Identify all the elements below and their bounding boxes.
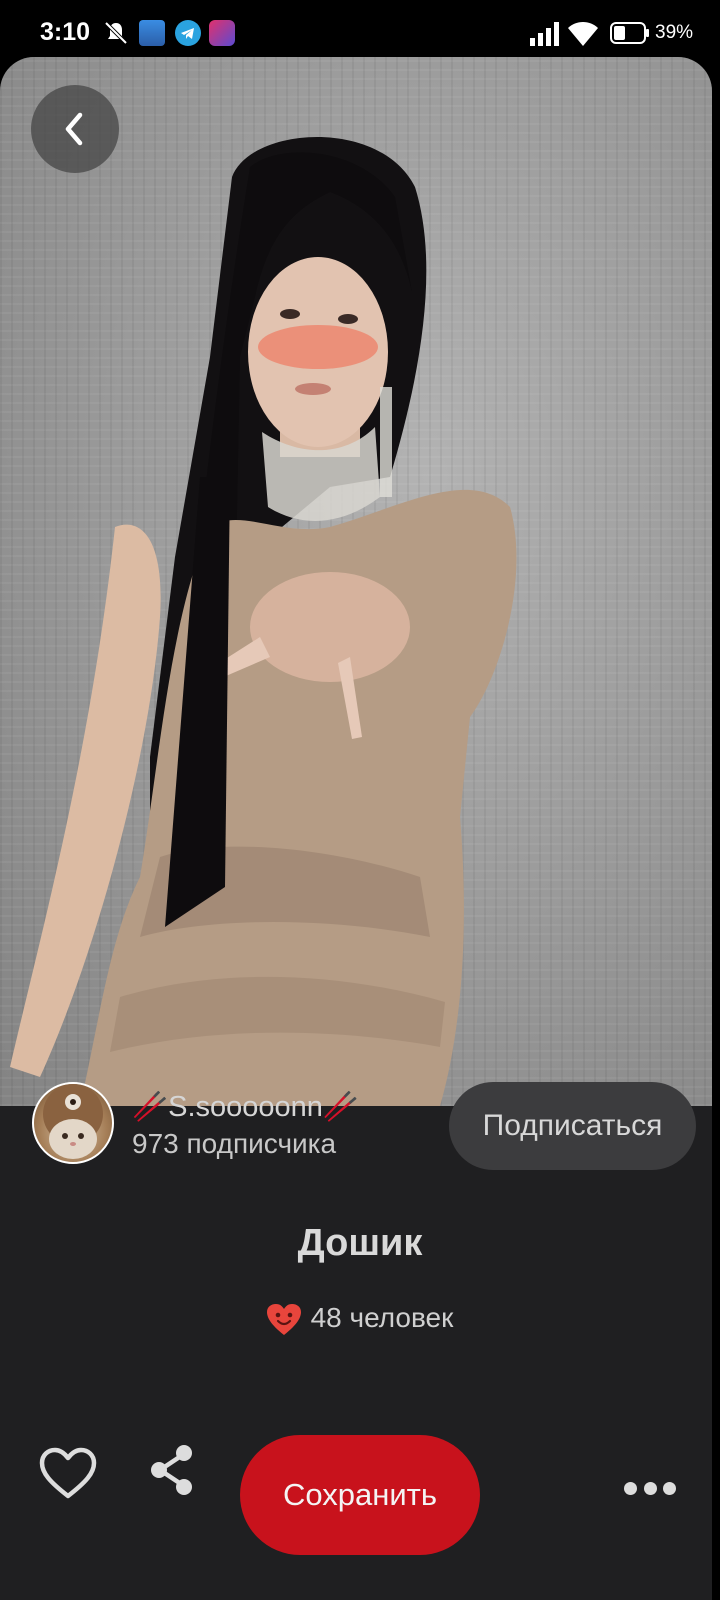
author-avatar[interactable] (32, 1082, 114, 1164)
reactions-summary[interactable]: 48 человек (0, 1302, 720, 1336)
author-name[interactable]: 🥢S.sooooonn🥢 (132, 1090, 359, 1124)
pin-image[interactable] (0, 57, 712, 1106)
app-icon (209, 20, 235, 46)
chevron-left-icon (65, 112, 83, 146)
heart-icon[interactable] (38, 1446, 98, 1500)
dot (643, 1482, 657, 1495)
telegram-icon (175, 20, 201, 46)
back-button[interactable] (31, 85, 119, 173)
share-icon[interactable] (147, 1443, 197, 1497)
reactions-count: 48 человек (310, 1302, 454, 1333)
heart-reaction-icon (266, 1303, 301, 1335)
save-button[interactable]: Сохранить (240, 1435, 480, 1555)
status-bar: 3:10 39% (0, 0, 720, 64)
dot (624, 1482, 637, 1495)
woman-figure (10, 137, 517, 1106)
app-icon (139, 20, 165, 46)
signal-icon (530, 22, 559, 46)
mute-icon (104, 21, 128, 45)
pin-title: Дошик (297, 1222, 423, 1264)
wifi-icon (568, 22, 598, 46)
more-options-icon[interactable] (624, 1482, 676, 1498)
dot (663, 1482, 676, 1495)
follow-button[interactable]: Подписаться (449, 1082, 696, 1170)
status-time: 3:10 (40, 18, 91, 46)
battery-icon (610, 22, 649, 44)
battery-percent: 39% (655, 22, 694, 43)
follower-count: 973 подписчика (132, 1128, 337, 1159)
pin-card (0, 57, 712, 1600)
cat-avatar-icon (43, 1084, 103, 1159)
